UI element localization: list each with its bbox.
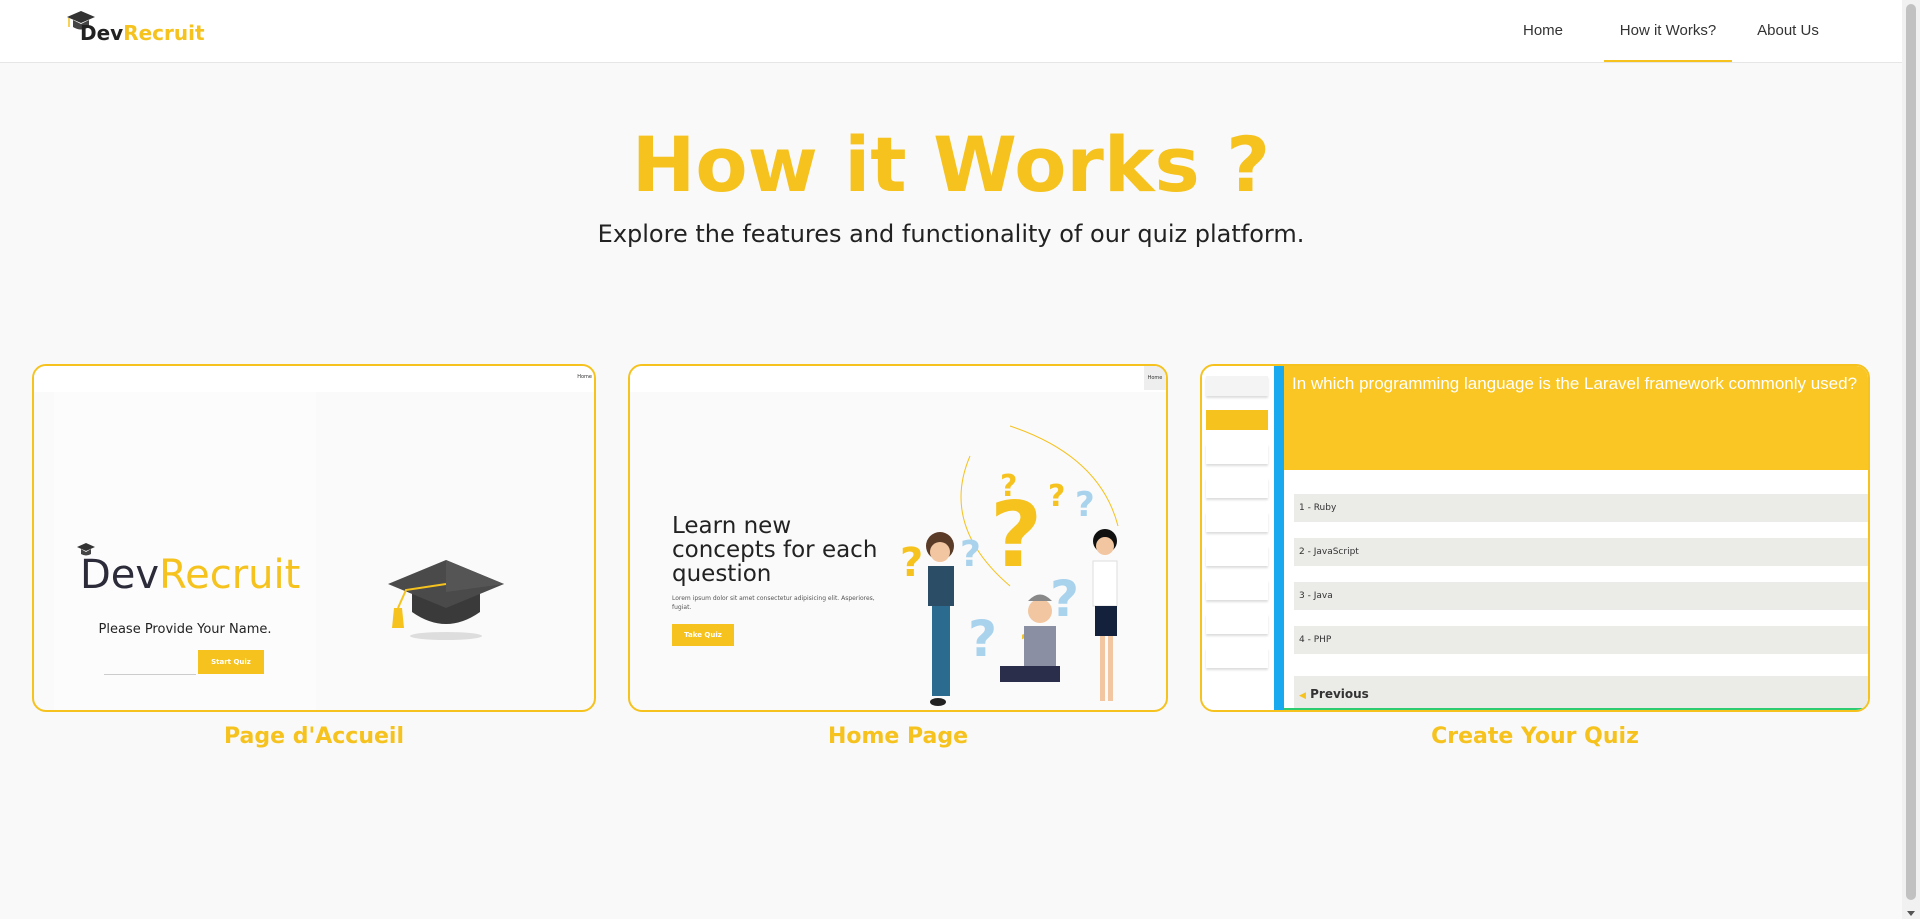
page-subtitle: Explore the features and functionality o… — [597, 220, 1305, 248]
sidebar-question-item — [1206, 478, 1268, 498]
arrow-left-icon: ◀ — [1299, 691, 1306, 701]
logo-recruit: Recruit — [123, 21, 205, 45]
question-people-illustration: ? ? ? ? ? ? ? ? ? — [900, 425, 1119, 706]
nav-how-it-works[interactable]: How it Works? — [1604, 0, 1732, 62]
logo-text: DevRecruit — [80, 21, 205, 45]
preview-quiz-panel: In which programming language is the Lar… — [1284, 366, 1868, 710]
card-create-your-quiz[interactable]: In which programming language is the Lar… — [1200, 364, 1870, 712]
card-page-accueil[interactable]: Home DevRecruit Please Provide Your Name… — [32, 364, 596, 712]
nav-home[interactable]: Home — [1513, 0, 1573, 62]
caption-create-your-quiz: Create Your Quiz — [1431, 724, 1639, 749]
preview-start-quiz-button: Start Quiz — [198, 650, 264, 674]
card-home-page[interactable]: Home Learn new concepts for each questio… — [628, 364, 1168, 712]
preview-take-quiz-button: Take Quiz — [672, 624, 734, 646]
svg-text:?: ? — [1075, 485, 1095, 525]
svg-text:?: ? — [1048, 479, 1065, 514]
preview-question-sidebar — [1202, 366, 1274, 710]
svg-text:?: ? — [1050, 570, 1079, 628]
sidebar-question-item — [1206, 546, 1268, 566]
logo-dev: Dev — [80, 21, 124, 45]
preview-option-2: 2 - JavaScript — [1294, 538, 1868, 566]
preview-previous-button: ◀ Previous — [1294, 676, 1868, 710]
svg-text:?: ? — [900, 540, 923, 586]
site-logo[interactable]: DevRecruit — [66, 9, 206, 49]
graduation-cap-icon — [388, 560, 504, 640]
sidebar-question-item — [1206, 648, 1268, 668]
preview-lorem-text: Lorem ipsum dolor sit amet consectetur a… — [672, 595, 875, 611]
sidebar-question-item — [1206, 444, 1268, 464]
preview-left-panel: DevRecruit Please Provide Your Name. Sta… — [54, 392, 316, 710]
preview-bottom-bar — [1284, 708, 1868, 710]
preview-option-4: 4 - PHP — [1294, 626, 1868, 654]
preview-topbar: Home — [34, 366, 594, 392]
preview-blue-divider — [1274, 366, 1284, 710]
svg-text:?: ? — [1000, 469, 1017, 504]
caption-page-accueil: Page d'Accueil — [224, 724, 404, 749]
preview-logo-recruit: Recruit — [159, 552, 301, 598]
preview-question-text: In which programming language is the Lar… — [1284, 366, 1868, 470]
nav-about-us[interactable]: About Us — [1748, 0, 1828, 62]
svg-text:?: ? — [960, 534, 981, 575]
caption-home-page: Home Page — [827, 724, 969, 749]
sidebar-question-item — [1206, 512, 1268, 532]
preview-option-1: 1 - Ruby — [1294, 494, 1868, 522]
sidebar-question-item — [1206, 614, 1268, 634]
preview-topbar: Home — [630, 366, 1166, 392]
preview-logo-dev: Dev — [80, 552, 160, 598]
preview-name-input — [104, 650, 196, 675]
page-title: How it Works ? — [631, 120, 1271, 209]
preview-option-3: 3 - Java — [1294, 582, 1868, 610]
svg-text:?: ? — [968, 610, 997, 668]
preview-previous-label: Previous — [1310, 687, 1369, 701]
sidebar-question-item — [1206, 580, 1268, 600]
scroll-down-arrow-icon[interactable] — [1907, 911, 1915, 916]
preview-logo: DevRecruit — [80, 552, 300, 598]
preview-nav-text: Home — [577, 374, 592, 380]
vertical-scrollbar[interactable] — [1902, 0, 1920, 919]
sidebar-question-item-active — [1206, 410, 1268, 430]
scrollbar-thumb[interactable] — [1906, 4, 1916, 900]
navbar: DevRecruit Home How it Works? About Us — [0, 0, 1902, 63]
sidebar-question-item — [1206, 376, 1268, 396]
preview-nav-text: Home — [1144, 366, 1166, 390]
preview-heading: Learn new concepts for each question — [672, 513, 878, 587]
preview-name-prompt: Please Provide Your Name. — [98, 622, 272, 637]
